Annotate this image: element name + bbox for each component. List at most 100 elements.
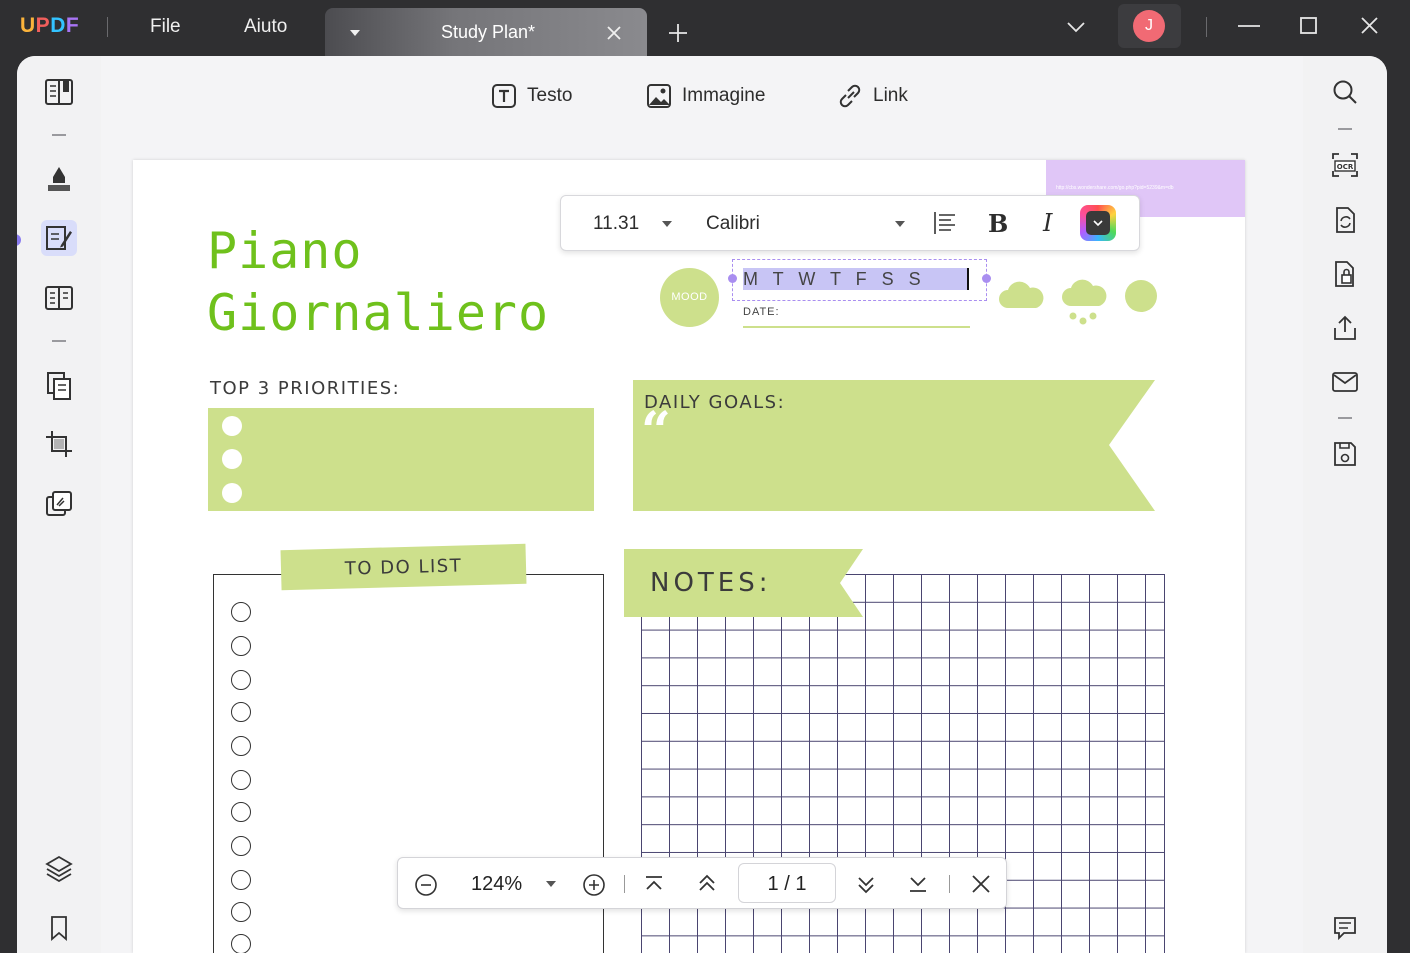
todo-checkbox[interactable]: [231, 736, 251, 756]
close-window-icon[interactable]: [1361, 17, 1378, 34]
add-link-tool[interactable]: Link: [837, 80, 908, 112]
resize-handle-right[interactable]: [982, 274, 991, 283]
italic-button[interactable]: I: [1043, 209, 1052, 237]
avatar[interactable]: J: [1133, 10, 1165, 42]
divider: [52, 134, 66, 136]
add-image-label: Immagine: [682, 85, 766, 106]
zoom-page-toolbar: 124% 1 / 1: [397, 857, 1007, 909]
pdf-page: http://cbs.wondershare.com/go.php?pid=52…: [133, 160, 1245, 953]
layers-copy-icon: [46, 491, 72, 516]
right-toolbar: OCR: [1303, 56, 1387, 953]
todo-checkbox[interactable]: [231, 802, 251, 822]
next-page-icon[interactable]: [856, 875, 876, 895]
protect-button[interactable]: [1327, 256, 1363, 292]
previous-page-icon[interactable]: [697, 873, 717, 893]
tab-title: Study Plan*: [441, 22, 536, 42]
todo-checkbox[interactable]: [231, 836, 251, 856]
zoom-in-icon[interactable]: [582, 873, 606, 897]
notes-label: NOTES:: [650, 568, 772, 598]
todo-checkbox[interactable]: [231, 702, 251, 722]
edit-pdf-button[interactable]: [41, 220, 77, 256]
minimize-icon[interactable]: [1238, 24, 1260, 28]
user-account[interactable]: J: [1118, 4, 1181, 48]
form-tool-button[interactable]: [41, 280, 77, 316]
bookmark-button[interactable]: [41, 910, 77, 946]
convert-button[interactable]: [1327, 202, 1363, 238]
font-size-dropdown-icon[interactable]: [662, 220, 672, 228]
share-icon: [1334, 315, 1356, 340]
crop-icon: [46, 431, 72, 457]
pages-icon: [47, 372, 71, 400]
current-color-swatch: [1086, 211, 1110, 235]
font-size-value[interactable]: 11.31: [593, 213, 639, 235]
mood-badge: MOOD: [660, 268, 719, 327]
align-left-icon[interactable]: [933, 211, 957, 235]
todo-checkbox[interactable]: [231, 770, 251, 790]
zoom-level[interactable]: 124%: [471, 873, 522, 896]
document-tab[interactable]: Study Plan*: [325, 8, 647, 56]
title-line-1[interactable]: Piano: [207, 222, 363, 280]
tab-close-icon[interactable]: [607, 26, 621, 40]
todo-list-label: TO DO LIST: [344, 555, 463, 580]
watermark-url: http://cbs.wondershare.com/go.php?pid=52…: [1056, 185, 1174, 191]
page-number-input[interactable]: 1 / 1: [738, 863, 836, 903]
chevron-down-icon[interactable]: [1067, 21, 1085, 33]
layers-icon: [45, 855, 73, 882]
todo-checkbox[interactable]: [231, 934, 251, 953]
new-tab-icon[interactable]: [668, 23, 688, 43]
email-button[interactable]: [1327, 364, 1363, 400]
image-icon: [647, 84, 671, 108]
ocr-button[interactable]: OCR: [1327, 147, 1363, 183]
todo-checkbox[interactable]: [231, 602, 251, 622]
text-format-toolbar: 11.31 Calibri B I: [560, 195, 1140, 251]
share-button[interactable]: [1327, 310, 1363, 346]
maximize-icon[interactable]: [1300, 17, 1317, 34]
add-text-tool[interactable]: Testo: [491, 80, 572, 112]
close-toolbar-icon[interactable]: [972, 875, 990, 893]
book-icon: [45, 79, 73, 105]
edit-pen-icon: [46, 226, 72, 250]
sun-icon: [1125, 280, 1157, 312]
highlighter-icon: [48, 167, 70, 191]
comments-button[interactable]: [1327, 910, 1363, 946]
title-bar: UPDF File Aiuto Study Plan* J: [0, 0, 1410, 56]
crop-button[interactable]: [41, 426, 77, 462]
font-name-value[interactable]: Calibri: [706, 213, 760, 235]
text-color-picker[interactable]: [1080, 205, 1116, 241]
todo-checkbox[interactable]: [231, 902, 251, 922]
first-page-icon[interactable]: [644, 875, 664, 893]
menu-file[interactable]: File: [150, 16, 181, 38]
text-box-icon: [492, 84, 516, 108]
todo-checkbox[interactable]: [231, 670, 251, 690]
tab-dropdown-icon[interactable]: [350, 29, 360, 37]
title-line-2[interactable]: Giornaliero: [207, 284, 549, 342]
app-window: Testo Immagine Link http://cbs.wondersha…: [17, 56, 1387, 953]
updf-logo[interactable]: UPDF: [20, 14, 79, 38]
save-button[interactable]: [1327, 436, 1363, 472]
font-name-dropdown-icon[interactable]: [895, 220, 905, 228]
comment-tool-button[interactable]: [41, 160, 77, 196]
svg-text:OCR: OCR: [1337, 163, 1354, 171]
weekdays-text[interactable]: M T W T F S S: [743, 269, 922, 290]
zoom-dropdown-icon[interactable]: [546, 880, 556, 888]
chevron-down-icon: [1093, 220, 1103, 227]
priorities-box[interactable]: [208, 408, 594, 511]
last-page-icon[interactable]: [908, 875, 928, 893]
add-image-tool[interactable]: Immagine: [646, 80, 765, 112]
zoom-out-icon[interactable]: [414, 873, 438, 897]
search-icon: [1333, 80, 1357, 104]
divider: [1206, 17, 1207, 37]
bold-button[interactable]: B: [988, 209, 1008, 238]
selected-text-box[interactable]: M T W T F S S: [728, 259, 991, 301]
mood-label: MOOD: [671, 291, 708, 303]
watermark-button[interactable]: [41, 486, 77, 522]
todo-list-banner: TO DO LIST: [280, 543, 527, 591]
todo-checkbox[interactable]: [231, 870, 251, 890]
reader-mode-button[interactable]: [41, 74, 77, 110]
resize-handle-left[interactable]: [728, 274, 737, 283]
search-button[interactable]: [1327, 74, 1363, 110]
menu-help[interactable]: Aiuto: [244, 16, 287, 38]
todo-checkbox[interactable]: [231, 636, 251, 656]
layers-button[interactable]: [41, 850, 77, 886]
organize-pages-button[interactable]: [41, 368, 77, 404]
